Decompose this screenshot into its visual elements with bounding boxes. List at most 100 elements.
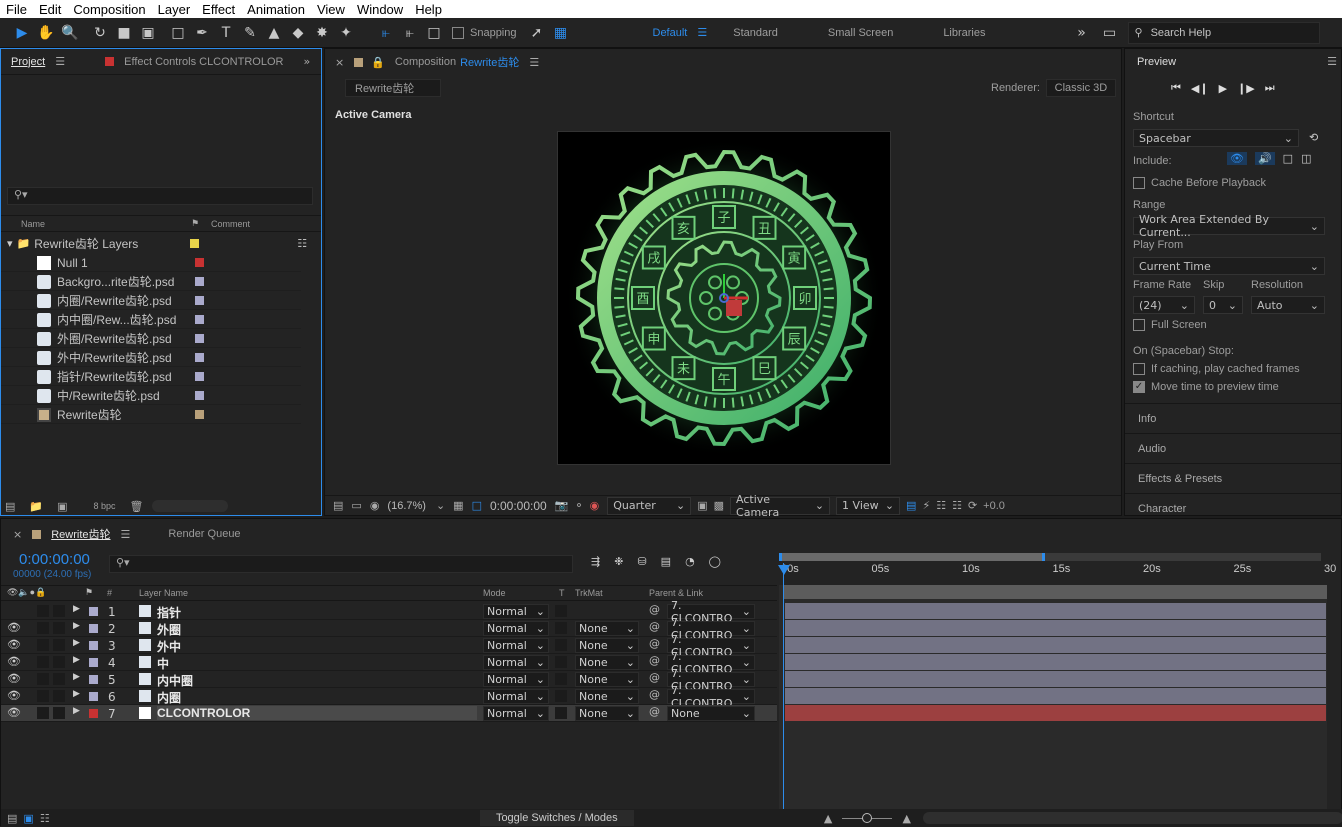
full-screen-checkbox[interactable]: [1133, 319, 1145, 331]
trkmat-select[interactable]: None ⌄: [575, 689, 639, 704]
solo-switch[interactable]: [37, 605, 49, 617]
expand-arrow-icon[interactable]: ▶: [73, 621, 80, 631]
layer-name[interactable]: 外中: [157, 638, 181, 655]
trkmat-select[interactable]: None ⌄: [575, 655, 639, 670]
lock-switch[interactable]: [53, 605, 65, 617]
reset-icon[interactable]: ⟲: [1309, 131, 1318, 144]
col-name-header[interactable]: Name: [21, 219, 191, 229]
layer-duration-bar[interactable]: [785, 705, 1326, 721]
layer-search-field[interactable]: ⚲▾: [109, 555, 573, 573]
camera-tool-icon[interactable]: ■: [112, 21, 136, 45]
overlays-icon[interactable]: □: [1283, 152, 1293, 165]
close-tab-icon[interactable]: ×: [335, 56, 344, 69]
snap-edge-icon[interactable]: ➚: [525, 21, 549, 45]
pickwhip-icon[interactable]: @: [649, 637, 660, 650]
layer-label-swatch[interactable]: [89, 641, 98, 650]
motion-blur-icon[interactable]: ◔: [685, 555, 695, 568]
eye-icon[interactable]: 👁: [7, 672, 21, 685]
panel-effects-presets[interactable]: Effects & Presets: [1125, 463, 1341, 493]
video-eye-icon[interactable]: 👁: [1227, 152, 1247, 165]
lock-icon[interactable]: 🔒: [371, 56, 385, 69]
roto-brush-tool-icon[interactable]: ✸: [310, 21, 334, 45]
workspace-overflow-icon[interactable]: »: [1070, 21, 1094, 45]
layer-name[interactable]: 内中圈: [157, 672, 193, 689]
project-scrollbar[interactable]: [151, 500, 228, 512]
play-icon[interactable]: ▶: [1219, 82, 1227, 95]
selection-tool-icon[interactable]: ▶: [10, 21, 34, 45]
vr-icon[interactable]: ◉: [370, 499, 380, 512]
mode-select[interactable]: Normal ⌄: [483, 672, 549, 687]
playhead-handle[interactable]: [778, 565, 790, 575]
clone-stamp-tool-icon[interactable]: ▲: [262, 21, 286, 45]
label-color-swatch[interactable]: [195, 391, 204, 400]
lock-switch[interactable]: [53, 622, 65, 634]
solo-switch[interactable]: [37, 639, 49, 651]
safe-area-icon[interactable]: ▦: [453, 499, 463, 512]
project-item[interactable]: 外中/Rewrite齿轮.psd: [1, 349, 301, 367]
snapping-checkbox[interactable]: [452, 26, 464, 39]
axis-local-icon[interactable]: ⫦: [374, 21, 398, 45]
project-item[interactable]: 指针/Rewrite齿轮.psd: [1, 368, 301, 386]
solo-switch[interactable]: [37, 673, 49, 685]
hand-tool-icon[interactable]: ✋: [34, 21, 58, 45]
panel-overflow-icon[interactable]: »: [303, 55, 310, 68]
menu-item-animation[interactable]: Animation: [241, 2, 311, 17]
layer-label-swatch[interactable]: [89, 675, 98, 684]
expand-arrow-icon[interactable]: ▶: [73, 672, 80, 682]
layer-label-swatch[interactable]: [89, 692, 98, 701]
project-item[interactable]: 内中圈/Rew...齿轮.psd: [1, 311, 301, 329]
label-color-swatch[interactable]: [195, 315, 204, 324]
show-snapshot-icon[interactable]: ⚬: [574, 499, 583, 512]
menu-item-help[interactable]: Help: [409, 2, 448, 17]
solo-switch[interactable]: [37, 707, 49, 719]
label-color-swatch[interactable]: [195, 258, 204, 267]
shortcut-select[interactable]: Spacebar ⌄: [1133, 129, 1299, 147]
transfer-controls-icon[interactable]: ▣: [23, 812, 33, 825]
zoom-level[interactable]: (16.7%): [387, 500, 426, 512]
workspace-libraries[interactable]: Libraries: [943, 27, 985, 39]
panel-menu-icon[interactable]: ☰: [55, 55, 65, 68]
close-tab-icon[interactable]: ×: [13, 528, 22, 541]
pan-behind-tool-icon[interactable]: ▣: [136, 21, 160, 45]
label-color-swatch[interactable]: [195, 334, 204, 343]
layer-name[interactable]: 外圈: [157, 621, 181, 638]
lock-switch[interactable]: [53, 673, 65, 685]
layer-duration-bar[interactable]: [785, 688, 1326, 704]
mode-select[interactable]: Normal ⌄: [483, 621, 549, 636]
comp-mini-flowchart-icon[interactable]: ⇶: [591, 555, 600, 568]
eye-icon[interactable]: 👁: [7, 706, 21, 719]
draft-3d-icon[interactable]: ❉: [614, 555, 623, 568]
project-item[interactable]: Backgro...rite齿轮.psd: [1, 273, 301, 291]
panel-menu-icon[interactable]: ☰: [529, 56, 539, 69]
panel-menu-icon[interactable]: ☰: [1327, 55, 1337, 68]
renderer-button[interactable]: Classic 3D: [1045, 79, 1116, 97]
rectangle-tool-icon[interactable]: □: [166, 21, 190, 45]
solo-switch[interactable]: [37, 656, 49, 668]
zoom-out-icon[interactable]: ▲: [824, 812, 832, 825]
pickwhip-icon[interactable]: @: [649, 671, 660, 684]
audio-speaker-icon[interactable]: 🔊: [1254, 152, 1275, 165]
layer-row[interactable]: 👁 ▶ 3 外中 Normal ⌄ None ⌄ @7. CLCONTRO ⌄: [1, 633, 777, 659]
workspace-default[interactable]: Default: [653, 27, 688, 39]
lock-switch[interactable]: [53, 656, 65, 668]
layer-name[interactable]: 中: [157, 655, 169, 672]
layer-duration-bar[interactable]: [785, 654, 1326, 670]
layer-label-swatch[interactable]: [89, 709, 98, 718]
label-color-swatch[interactable]: [195, 410, 204, 419]
mode-select[interactable]: Normal ⌄: [483, 655, 549, 670]
label-color-swatch[interactable]: [195, 277, 204, 286]
parent-select[interactable]: 7. CLCONTRO ⌄: [667, 684, 755, 710]
expand-arrow-icon[interactable]: ▾: [7, 237, 13, 250]
move-time-checkbox[interactable]: ✓: [1133, 381, 1145, 393]
layer-name[interactable]: 指针: [157, 604, 181, 621]
zoom-slider[interactable]: [842, 812, 893, 823]
label-color-swatch[interactable]: [195, 296, 204, 305]
panel-info[interactable]: Info: [1125, 403, 1341, 433]
project-item[interactable]: 外圈/Rewrite齿轮.psd: [1, 330, 301, 348]
toggle-pixel-aspect-icon[interactable]: ▤: [906, 499, 916, 512]
axis-world-icon[interactable]: ⫦: [398, 21, 422, 45]
label-color-swatch[interactable]: [195, 372, 204, 381]
interpret-footage-icon[interactable]: ▤: [5, 500, 15, 513]
preserve-transparency-box[interactable]: [555, 673, 567, 685]
pickwhip-icon[interactable]: @: [649, 654, 660, 667]
